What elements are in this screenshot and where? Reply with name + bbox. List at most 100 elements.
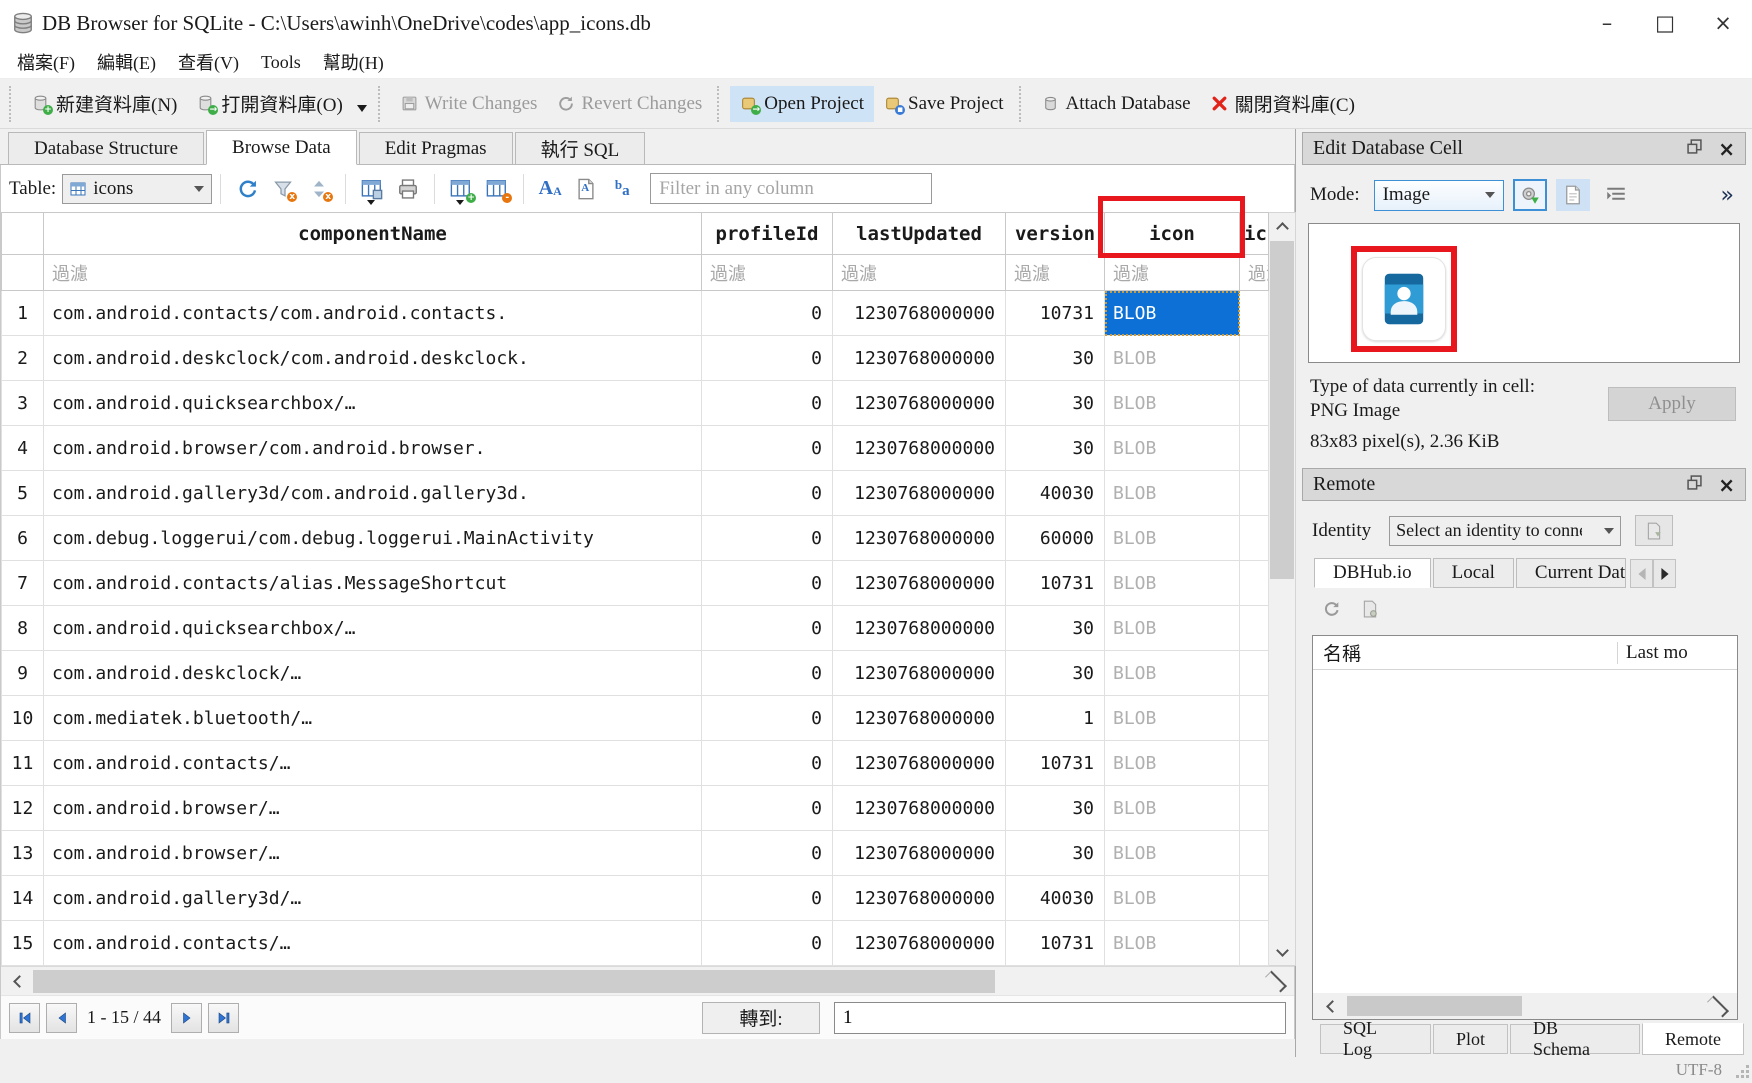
cell-icon-blob[interactable]: BLOB	[1105, 831, 1240, 876]
expand-toolbar-icon[interactable]: »	[1721, 183, 1740, 208]
text-mode-button[interactable]	[1556, 179, 1590, 211]
cell-partial[interactable]	[1240, 921, 1269, 966]
tab-remote[interactable]: Remote	[1642, 1023, 1744, 1055]
clone-database-icon[interactable]	[1362, 600, 1378, 623]
cell-version[interactable]: 30	[1006, 336, 1105, 381]
cell-icon-blob[interactable]: BLOB	[1105, 876, 1240, 921]
tab-db-schema[interactable]: DB Schema	[1510, 1024, 1640, 1054]
cell-version[interactable]: 30	[1006, 786, 1105, 831]
goto-input[interactable]	[834, 1002, 1286, 1034]
menu-help[interactable]: 幫助(H)	[312, 47, 395, 77]
cell-profileId[interactable]: 0	[702, 741, 833, 786]
scroll-right-icon[interactable]	[1265, 968, 1291, 994]
filter-cell[interactable]: 過濾	[1105, 255, 1240, 291]
cell-icon-blob[interactable]: BLOB	[1105, 516, 1240, 561]
clear-sort-button[interactable]: x	[303, 173, 335, 205]
cell-version[interactable]: 30	[1006, 606, 1105, 651]
cell-componentName[interactable]: com.debug.loggerui/com.debug.loggerui.Ma…	[44, 516, 702, 561]
cell-profileId[interactable]: 0	[702, 831, 833, 876]
cell-profileId[interactable]: 0	[702, 561, 833, 606]
cell-version[interactable]: 30	[1006, 831, 1105, 876]
table-selector[interactable]: icons	[62, 174, 212, 204]
remote-horizontal-scrollbar[interactable]	[1313, 993, 1737, 1019]
cell-lastUpdated[interactable]: 1230768000000	[833, 786, 1006, 831]
column-header-icon[interactable]: icon	[1105, 213, 1240, 255]
cell-componentName[interactable]: com.mediatek.bluetooth/…	[44, 696, 702, 741]
previous-record-button[interactable]	[46, 1003, 77, 1033]
column-header-lastUpdated[interactable]: lastUpdated	[833, 213, 1006, 255]
row-number[interactable]: 2	[2, 336, 44, 381]
cell-icon-blob[interactable]: BLOB	[1105, 426, 1240, 471]
cell-version[interactable]: 10731	[1006, 921, 1105, 966]
maximize-button[interactable]: □	[1636, 0, 1694, 46]
cell-profileId[interactable]: 0	[702, 381, 833, 426]
cell-partial[interactable]	[1240, 291, 1269, 336]
row-number[interactable]: 8	[2, 606, 44, 651]
filter-any-column-input[interactable]	[650, 173, 932, 204]
cell-componentName[interactable]: com.android.gallery3d/com.android.galler…	[44, 471, 702, 516]
tab-local[interactable]: Local	[1433, 558, 1514, 588]
column-header-partial[interactable]: ic	[1240, 213, 1269, 255]
filter-cell[interactable]: 過濾	[833, 255, 1006, 291]
attach-database-button[interactable]: Attach Database	[1032, 86, 1201, 122]
filter-cell[interactable]: 過濾	[702, 255, 833, 291]
scroll-left-icon[interactable]	[4, 968, 30, 994]
cell-icon-blob[interactable]: BLOB	[1105, 561, 1240, 606]
close-panel-icon[interactable]: ×	[1718, 473, 1735, 497]
cell-partial[interactable]	[1240, 426, 1269, 471]
cell-componentName[interactable]: com.android.browser/…	[44, 786, 702, 831]
close-button[interactable]: ×	[1694, 0, 1752, 46]
cell-version[interactable]: 10731	[1006, 561, 1105, 606]
menu-view[interactable]: 查看(V)	[167, 47, 250, 77]
cell-icon-blob[interactable]: BLOB	[1105, 921, 1240, 966]
cell-partial[interactable]	[1240, 696, 1269, 741]
cell-lastUpdated[interactable]: 1230768000000	[833, 381, 1006, 426]
float-panel-icon[interactable]	[1687, 473, 1702, 496]
cell-profileId[interactable]: 0	[702, 876, 833, 921]
save-project-button[interactable]: ▪ Save Project	[874, 86, 1014, 122]
apply-button[interactable]: Apply	[1608, 387, 1736, 421]
cell-partial[interactable]	[1240, 516, 1269, 561]
cell-lastUpdated[interactable]: 1230768000000	[833, 516, 1006, 561]
row-number[interactable]: 10	[2, 696, 44, 741]
cell-componentName[interactable]: com.android.browser/com.android.browser.	[44, 426, 702, 471]
cell-lastUpdated[interactable]: 1230768000000	[833, 876, 1006, 921]
scrollbar-thumb[interactable]	[33, 970, 995, 993]
word-wrap-button[interactable]	[1599, 179, 1633, 211]
cell-componentName[interactable]: com.android.quicksearchbox/…	[44, 606, 702, 651]
mode-selector[interactable]: Image	[1374, 180, 1504, 211]
tab-plot[interactable]: Plot	[1433, 1024, 1508, 1054]
cell-profileId[interactable]: 0	[702, 651, 833, 696]
cell-version[interactable]: 40030	[1006, 876, 1105, 921]
cell-lastUpdated[interactable]: 1230768000000	[833, 426, 1006, 471]
cell-profileId[interactable]: 0	[702, 516, 833, 561]
filter-cell[interactable]: 過濾	[44, 255, 702, 291]
cell-version[interactable]: 30	[1006, 651, 1105, 696]
tab-edit-pragmas[interactable]: Edit Pragmas	[359, 132, 513, 164]
scroll-up-icon[interactable]	[1269, 213, 1295, 239]
cell-lastUpdated[interactable]: 1230768000000	[833, 741, 1006, 786]
cell-lastUpdated[interactable]: 1230768000000	[833, 651, 1006, 696]
insert-record-button[interactable]: +	[445, 173, 477, 205]
row-number[interactable]: 5	[2, 471, 44, 516]
cell-version[interactable]: 30	[1006, 426, 1105, 471]
filter-cell[interactable]: 過濾	[1006, 255, 1105, 291]
tab-execute-sql[interactable]: 執行 SQL	[515, 132, 646, 164]
scrollbar-thumb[interactable]	[1347, 996, 1522, 1016]
cell-componentName[interactable]: com.android.contacts/…	[44, 921, 702, 966]
menu-file[interactable]: 檔案(F)	[6, 47, 86, 77]
row-number[interactable]: 1	[2, 291, 44, 336]
cell-icon-blob[interactable]: BLOB	[1105, 471, 1240, 516]
tab-dbhub[interactable]: DBHub.io	[1314, 558, 1431, 588]
cell-lastUpdated[interactable]: 1230768000000	[833, 831, 1006, 876]
cell-partial[interactable]	[1240, 336, 1269, 381]
cell-componentName[interactable]: com.android.quicksearchbox/…	[44, 381, 702, 426]
column-header-name[interactable]: 名稱	[1313, 639, 1617, 666]
column-header-last-modified[interactable]: Last mo	[1617, 642, 1737, 664]
delete-record-button[interactable]: -	[481, 173, 513, 205]
cell-icon-blob[interactable]: BLOB	[1105, 291, 1240, 336]
cell-partial[interactable]	[1240, 606, 1269, 651]
write-changes-button[interactable]: Write Changes	[391, 86, 548, 122]
cell-icon-blob[interactable]: BLOB	[1105, 651, 1240, 696]
cell-icon-blob[interactable]: BLOB	[1105, 741, 1240, 786]
